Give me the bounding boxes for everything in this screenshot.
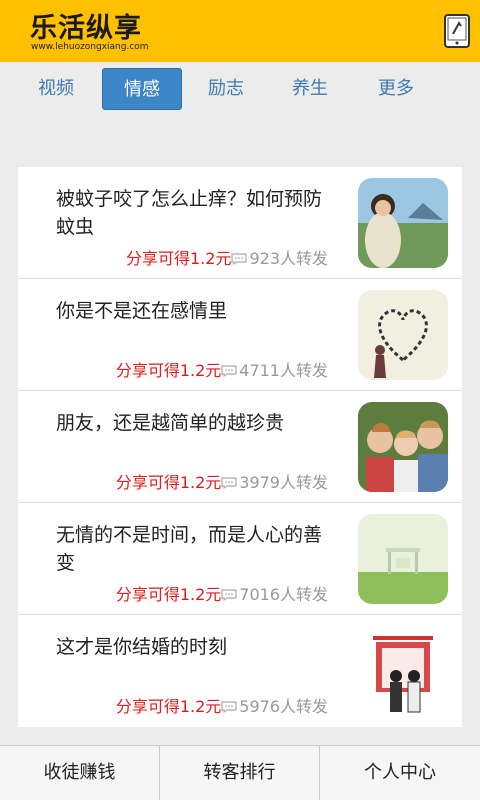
article-meta: 分享可得1.2元 3979人转发 [116, 469, 328, 493]
list-item[interactable]: 被蚊子咬了怎么止痒？如何预防蚊虫 分享可得1.2元 923人转发 [18, 167, 462, 279]
tab-video[interactable]: 视频 [16, 68, 96, 110]
nav-recruit-earn[interactable]: 收徒赚钱 [0, 746, 159, 800]
list-item[interactable]: 无情的不是时间，而是人心的善变 分享可得1.2元 7016人转发 [18, 503, 462, 615]
share-count: 3979人转发 [239, 473, 328, 492]
article-thumbnail [358, 290, 448, 380]
article-list: 被蚊子咬了怎么止痒？如何预防蚊虫 分享可得1.2元 923人转发 你是不是还在感情… [18, 167, 462, 727]
tab-more[interactable]: 更多 [356, 68, 436, 110]
article-title: 被蚊子咬了怎么止痒？如何预防蚊虫 [56, 188, 323, 238]
share-phone-icon[interactable] [444, 14, 470, 48]
article-title: 这才是你结婚的时刻 [56, 636, 228, 658]
tab-health[interactable]: 养生 [270, 68, 350, 110]
category-tabs: 视频 情感 励志 养生 更多 [0, 62, 480, 118]
share-count: 5976人转发 [239, 697, 328, 716]
comment-icon [221, 701, 237, 713]
share-count: 4711人转发 [239, 361, 328, 380]
article-thumbnail [358, 626, 448, 716]
article-thumbnail [358, 402, 448, 492]
comment-icon [221, 477, 237, 489]
nav-ranking[interactable]: 转客排行 [160, 746, 319, 800]
comment-icon [231, 253, 248, 265]
article-meta: 分享可得1.2元 4711人转发 [116, 357, 328, 381]
nav-profile[interactable]: 个人中心 [320, 746, 480, 800]
article-thumbnail [358, 178, 448, 268]
article-meta: 分享可得1.2元 5976人转发 [116, 693, 328, 717]
reward-text: 分享可得1.2元 [126, 249, 232, 268]
article-title: 无情的不是时间，而是人心的善变 [56, 524, 323, 574]
reward-text: 分享可得1.2元 [115, 585, 222, 604]
app-logo-title: 乐活纵享 [30, 13, 142, 44]
comment-icon [221, 365, 237, 377]
article-meta: 分享可得1.2元 923人转发 [126, 245, 328, 269]
app-header: 乐活纵享 www.lehuozongxiang.com [0, 0, 480, 62]
share-count: 923人转发 [249, 249, 328, 268]
list-item[interactable]: 你是不是还在感情里 分享可得1.2元 4711人转发 [18, 279, 462, 391]
article-title: 你是不是还在感情里 [56, 300, 228, 322]
reward-text: 分享可得1.2元 [115, 361, 222, 380]
list-item[interactable]: 朋友，还是越简单的越珍贵 分享可得1.2元 3979人转发 [18, 391, 462, 503]
list-item[interactable]: 这才是你结婚的时刻 分享可得1.2元 5976人转发 [18, 615, 462, 727]
tab-emotion[interactable]: 情感 [102, 68, 182, 110]
share-count: 7016人转发 [239, 585, 328, 604]
reward-text: 分享可得1.2元 [115, 697, 222, 716]
article-title: 朋友，还是越简单的越珍贵 [56, 412, 285, 434]
bottom-nav: 收徒赚钱 转客排行 个人中心 [0, 745, 480, 800]
app-logo-url: www.lehuozongxiang.com [31, 42, 149, 52]
comment-icon [221, 589, 237, 601]
article-thumbnail [358, 514, 448, 604]
article-meta: 分享可得1.2元 7016人转发 [116, 581, 328, 605]
tab-inspiration[interactable]: 励志 [186, 68, 266, 110]
reward-text: 分享可得1.2元 [115, 473, 222, 492]
